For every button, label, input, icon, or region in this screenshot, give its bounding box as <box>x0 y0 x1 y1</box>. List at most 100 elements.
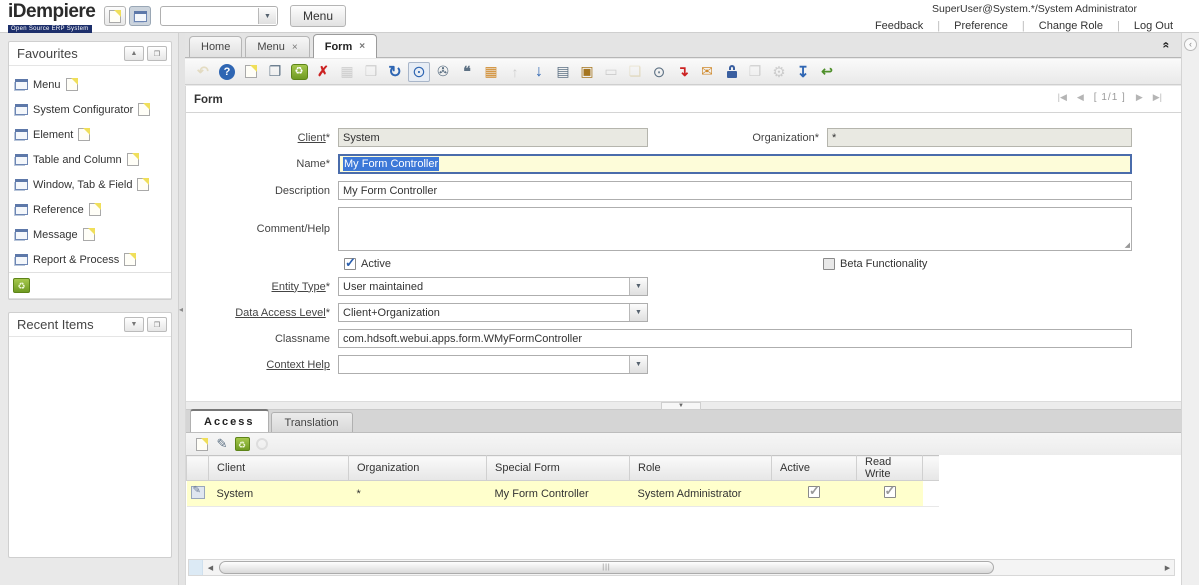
note-icon[interactable] <box>89 203 101 216</box>
export-icon[interactable]: ↧ <box>792 62 814 82</box>
row-indicator-cell[interactable] <box>187 481 209 507</box>
detail-edit-icon[interactable]: ✎ <box>212 435 232 453</box>
cell-organization[interactable]: * <box>349 481 487 507</box>
change-role-link[interactable]: Change Role <box>1025 20 1117 32</box>
note-icon[interactable] <box>83 228 95 241</box>
sidebar-item-menu[interactable]: Menu <box>15 72 167 97</box>
col-role[interactable]: Role <box>630 456 772 481</box>
note-icon[interactable] <box>124 253 136 266</box>
archive-icon[interactable]: ▣ <box>576 62 598 82</box>
zoom-across-icon[interactable]: ⊙ <box>648 62 670 82</box>
ignore-changes-icon[interactable]: ↶ <box>192 62 214 82</box>
combo-arrow-icon[interactable]: ▼ <box>629 304 647 321</box>
collapse-panel-button[interactable]: ▲ <box>124 46 144 61</box>
sidebar-item-window-tab-field[interactable]: Window, Tab & Field <box>15 172 167 197</box>
next-record-button[interactable]: ▶ <box>1136 92 1143 103</box>
scroll-left-arrow[interactable]: ◀ <box>204 560 217 575</box>
workflow-icon[interactable]: ↴ <box>672 62 694 82</box>
sidebar-item-report-process[interactable]: Report & Process <box>15 247 167 272</box>
new-record-icon[interactable] <box>240 62 262 82</box>
attachment-icon[interactable]: ✇ <box>432 62 454 82</box>
col-organization[interactable]: Organization <box>349 456 487 481</box>
organization-label[interactable]: Organization* <box>648 132 827 144</box>
chat-icon[interactable]: ❝ <box>456 62 478 82</box>
detail-splitter[interactable]: ▼ <box>186 401 1181 410</box>
report-icon[interactable]: ▤ <box>552 62 574 82</box>
detail-delete-icon[interactable]: ♻ <box>232 435 252 453</box>
save-icon[interactable]: ▦ <box>336 62 358 82</box>
collapse-panel-button[interactable]: ▼ <box>124 317 144 332</box>
col-client[interactable]: Client <box>209 456 349 481</box>
col-read-write[interactable]: Read Write <box>857 456 923 481</box>
active-checkbox[interactable] <box>344 258 356 270</box>
refresh-icon[interactable]: ↻ <box>384 62 406 82</box>
parent-record-icon[interactable]: ↑ <box>504 62 526 82</box>
sidebar-item-element[interactable]: Element <box>15 122 167 147</box>
menu-button[interactable]: Menu <box>290 5 346 27</box>
tab-form[interactable]: Form× <box>313 34 377 58</box>
maximize-panel-button[interactable]: ❒ <box>147 46 167 61</box>
new-note-button[interactable] <box>104 6 126 26</box>
col-special-form[interactable]: Special Form <box>487 456 630 481</box>
delete-selection-icon[interactable]: ✗ <box>312 62 334 82</box>
open-window-button[interactable] <box>129 6 151 26</box>
save-create-icon[interactable]: ❒ <box>360 62 382 82</box>
maximize-panel-button[interactable]: ❒ <box>147 317 167 332</box>
scroll-right-arrow[interactable]: ▶ <box>1161 560 1174 575</box>
splitter-collapse-handle[interactable]: ▼ <box>661 402 701 410</box>
comment-help-textarea[interactable] <box>338 207 1132 251</box>
splitter-collapse-icon[interactable]: ◂ <box>179 305 183 314</box>
help-icon[interactable]: ? <box>216 62 238 82</box>
requests-icon[interactable]: ✉ <box>696 62 718 82</box>
client-field[interactable]: System <box>338 128 648 147</box>
note-icon[interactable] <box>66 78 78 91</box>
tab-access[interactable]: Access <box>190 409 269 432</box>
active-row-checkbox[interactable] <box>808 486 820 498</box>
global-search-combobox[interactable]: ▼ <box>160 6 278 26</box>
data-access-level-select[interactable]: Client+Organization ▼ <box>338 303 648 322</box>
cell-special-form[interactable]: My Form Controller <box>487 481 630 507</box>
sidebar-item-reference[interactable]: Reference <box>15 197 167 222</box>
classname-input[interactable]: com.hdsoft.webui.apps.form.WMyFormContro… <box>338 329 1132 348</box>
tab-menu[interactable]: Menu× <box>245 36 309 57</box>
detail-new-icon[interactable] <box>192 435 212 453</box>
preference-icon[interactable]: ⚙ <box>768 62 790 82</box>
tab-translation[interactable]: Translation <box>271 412 353 432</box>
read-write-row-checkbox[interactable] <box>884 486 896 498</box>
grid-toggle-icon[interactable]: ▦ <box>480 62 502 82</box>
beta-functionality-checkbox[interactable] <box>823 258 835 270</box>
copy-record-icon[interactable]: ❐ <box>264 62 286 82</box>
entity-type-label[interactable]: Entity Type* <box>186 281 338 293</box>
record-info-icon[interactable]: ❐ <box>744 62 766 82</box>
print-icon[interactable]: ▭ <box>600 62 622 82</box>
find-icon[interactable]: ⊙ <box>408 62 430 82</box>
name-input[interactable]: My Form Controller <box>338 154 1132 174</box>
sidebar-splitter[interactable]: ◂ <box>178 33 185 585</box>
exit-icon[interactable]: ↩ <box>816 62 838 82</box>
combo-arrow-icon[interactable]: ▼ <box>258 8 276 24</box>
scrollbar-thumb[interactable]: ||| <box>219 561 994 574</box>
collapse-toolbar-icon[interactable]: « <box>1160 42 1174 47</box>
description-input[interactable]: My Form Controller <box>338 181 1132 200</box>
sidebar-item-system-configurator[interactable]: System Configurator <box>15 97 167 122</box>
context-help-select[interactable]: ▼ <box>338 355 648 374</box>
data-access-level-label[interactable]: Data Access Level* <box>186 307 338 319</box>
combo-arrow-icon[interactable]: ▼ <box>629 278 647 295</box>
client-label[interactable]: Client* <box>186 132 338 144</box>
note-icon[interactable] <box>138 103 150 116</box>
prev-record-button[interactable]: ◀ <box>1077 92 1084 103</box>
detail-record-icon[interactable]: ↓ <box>528 62 550 82</box>
last-record-button[interactable]: ▶| <box>1153 92 1162 103</box>
east-collapse-button[interactable]: ‹ <box>1184 38 1197 51</box>
lock-icon[interactable] <box>720 62 742 82</box>
trash-icon[interactable]: ♻ <box>13 278 30 293</box>
logout-link[interactable]: Log Out <box>1120 20 1187 32</box>
note-icon[interactable] <box>78 128 90 141</box>
note-icon[interactable] <box>137 178 149 191</box>
entity-type-select[interactable]: User maintained ▼ <box>338 277 648 296</box>
cell-client[interactable]: System <box>209 481 349 507</box>
table-row[interactable]: System * My Form Controller System Admin… <box>187 481 940 507</box>
note-icon[interactable] <box>127 153 139 166</box>
close-tab-icon[interactable]: × <box>292 42 298 53</box>
textarea-resize-handle[interactable]: ◢ <box>1125 241 1130 249</box>
